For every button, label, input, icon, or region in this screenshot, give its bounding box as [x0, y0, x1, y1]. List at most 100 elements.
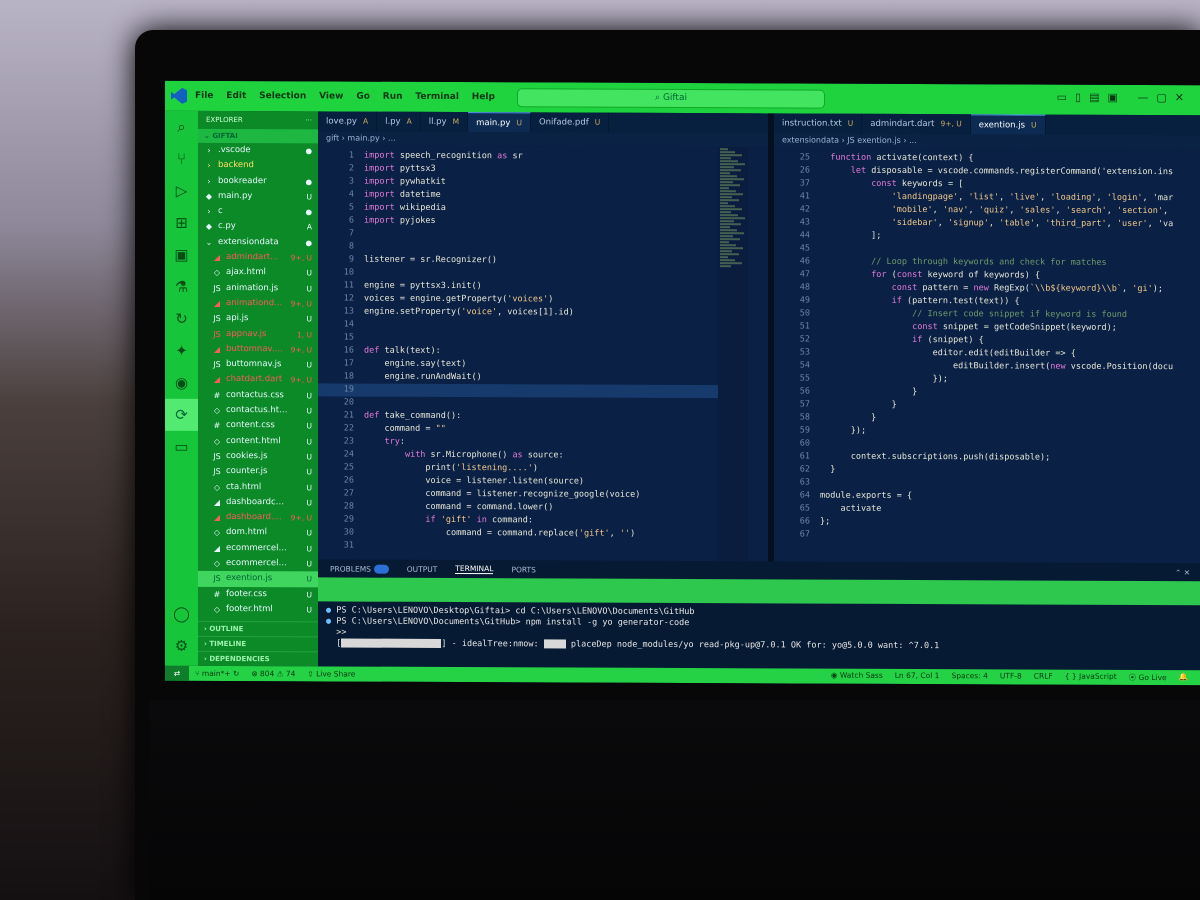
file-tree-item[interactable]: # content.css U [198, 418, 318, 434]
menu-file[interactable]: File [195, 91, 213, 101]
line-number: 56 [799, 386, 810, 397]
file-tree-item[interactable]: JS appnav.js 1, U [198, 326, 318, 342]
line-number: 66 [799, 516, 810, 527]
file-tree-item[interactable]: ◇ cta.html U [198, 479, 318, 495]
file-tree-item[interactable]: ◢ animationd... 9+, U [198, 296, 318, 312]
editor-tab[interactable]: exention.js U [970, 114, 1046, 136]
tab-ports[interactable]: PORTS [511, 565, 535, 574]
run-debug-icon[interactable]: ▷ [165, 175, 198, 207]
watch-sass-status[interactable]: ◉ Watch Sass [831, 671, 883, 682]
menu-help[interactable]: Help [472, 92, 495, 102]
file-tree-item[interactable]: JS buttomnav.js U [198, 357, 318, 373]
git-status: U [306, 574, 313, 584]
go-live-status[interactable]: ⦿ Go Live [1129, 672, 1167, 683]
workspace-folder[interactable]: ⌄ GIFTAI [198, 128, 318, 144]
editor-tab[interactable]: l.py A [377, 111, 421, 132]
explorer-header: EXPLORER ··· [198, 111, 318, 130]
left-minimap[interactable] [718, 147, 748, 562]
left-code-editor[interactable]: 1 import speech_recognition as sr 2 import … [318, 145, 718, 566]
tab-problems[interactable]: PROBLEMS [330, 564, 389, 574]
search-icon[interactable]: ⌕ [165, 111, 198, 143]
file-type-icon: JS [213, 467, 221, 477]
file-tree-item[interactable]: › backend [198, 158, 318, 174]
window-controls[interactable]: ▭▯▤▣ —▢✕ [1057, 91, 1192, 105]
git-status: U [306, 268, 313, 278]
timeline-section[interactable]: › TIMELINE [198, 635, 318, 652]
left-scrollbar[interactable] [748, 147, 768, 562]
file-tree-item[interactable]: › bookreader ● [198, 173, 318, 189]
menu-edit[interactable]: Edit [226, 91, 246, 101]
file-tree-item[interactable]: JS exention.js U [198, 571, 318, 588]
extensions-icon[interactable]: ⊞ [165, 207, 198, 239]
outline-section[interactable]: › OUTLINE [198, 620, 318, 637]
encoding-status[interactable]: UTF-8 [1000, 671, 1022, 682]
command-center-search[interactable]: ⌕ Giftai [517, 88, 825, 109]
copilot-icon[interactable]: ⟳ [165, 398, 198, 431]
branch-status[interactable]: ⑂ main*+ ↻ [195, 669, 239, 678]
github-icon[interactable]: ◉ [165, 367, 198, 399]
file-tree-item[interactable]: ◇ ecommercelan... U [198, 556, 318, 572]
file-tree-item[interactable]: ◢ dashboardcom... U [198, 495, 318, 511]
right-code-editor[interactable]: 25 function activate(context) {26 let di… [774, 147, 1200, 568]
remote-indicator-icon[interactable]: ⇄ [165, 665, 189, 681]
right-editor-tabs: instruction.txt Uadmindart.dart 9+, U exent… [774, 113, 1200, 136]
file-tree-item[interactable]: ◇ contactus.html U [198, 403, 318, 419]
problems-status[interactable]: ⊗ 804 ⚠ 74 [251, 669, 295, 678]
notifications-icon[interactable]: 🔔 [1179, 672, 1188, 683]
file-tree-item[interactable]: # footer.css U [198, 586, 318, 602]
editor-tab[interactable]: Onifade.pdf U [530, 112, 610, 133]
terminal-output[interactable]: ● PS C:\Users\LENOVO\Desktop\Giftai> cd … [318, 601, 1200, 653]
file-tree-item[interactable]: ◇ footer.html U [198, 602, 318, 618]
file-tree-item[interactable]: ◆ main.py U [198, 189, 318, 205]
file-tree-item[interactable]: ◇ ajax.html U [198, 265, 318, 281]
account-icon[interactable]: ◯ [165, 598, 198, 630]
chat-icon[interactable]: ▭ [165, 431, 198, 463]
code-line: 61 context.subscriptions.push(disposable… [774, 450, 1200, 465]
menu-terminal[interactable]: Terminal [415, 92, 459, 102]
git-status: ● [305, 146, 312, 156]
file-tree-item[interactable]: ◇ content.html U [198, 434, 318, 450]
file-tree-item[interactable]: JS api.js U [198, 311, 318, 327]
file-tree-item[interactable]: ◢ chatdart.dart 9+, U [198, 372, 318, 388]
language-status[interactable]: { } JavaScript [1065, 672, 1117, 683]
git-status: U [306, 467, 313, 477]
menu-view[interactable]: View [319, 91, 343, 101]
file-tree-item[interactable]: ◢ admindart... 9+, U [198, 250, 318, 266]
editor-tab[interactable]: instruction.txt U [774, 113, 863, 134]
dependencies-section[interactable]: › DEPENDENCIES [198, 650, 318, 667]
file-tree-item[interactable]: ◢ buttomnav.... 9+, U [198, 342, 318, 358]
testing-icon[interactable]: ⚗ [165, 271, 198, 303]
menu-run[interactable]: Run [383, 92, 403, 102]
more-actions-icon[interactable]: ··· [305, 111, 312, 129]
liveshare-status[interactable]: ⇪ Live Share [307, 669, 355, 678]
editor-tab[interactable]: main.py U [468, 112, 531, 134]
indentation-status[interactable]: Spaces: 4 [951, 671, 987, 682]
live-share-icon[interactable]: ↻ [165, 303, 198, 335]
editor-tab[interactable]: admindart.dart 9+, U [862, 113, 971, 135]
file-tree-item[interactable]: ◆ c.py A [198, 219, 318, 235]
file-tree-item[interactable]: ◢ ecommercelan... U [198, 541, 318, 557]
remote-explorer-icon[interactable]: ▣ [165, 239, 198, 271]
tab-output[interactable]: OUTPUT [407, 564, 438, 573]
file-tree-item[interactable]: JS cookies.js U [198, 449, 318, 465]
tab-terminal[interactable]: TERMINAL [455, 564, 494, 575]
file-tree-item[interactable]: ⌄ extensiondata ● [198, 235, 318, 251]
editor-tab[interactable]: love.py A [318, 111, 378, 132]
file-tree-item[interactable]: › .vscode ● [198, 143, 318, 159]
panel-actions-icon[interactable]: ⌃ ✕ [1175, 568, 1190, 577]
docker-icon[interactable]: ✦ [165, 335, 198, 367]
menu-selection[interactable]: Selection [259, 91, 306, 101]
code-text: if (pattern.test(text)) { [891, 295, 1020, 307]
cursor-position[interactable]: Ln 67, Col 1 [895, 671, 940, 682]
file-tree-item[interactable]: JS animation.js U [198, 281, 318, 297]
source-control-icon[interactable]: ⑂ [165, 143, 198, 175]
file-tree-item[interactable]: ◢ dashboard.... 9+, U [198, 510, 318, 526]
menu-go[interactable]: Go [356, 92, 370, 102]
file-tree-item[interactable]: JS counter.js U [198, 464, 318, 480]
file-tree-item[interactable]: # contactus.css U [198, 388, 318, 404]
eol-status[interactable]: CRLF [1034, 672, 1053, 683]
editor-tab[interactable]: ll.py M [420, 111, 469, 133]
gear-icon[interactable]: ⚙ [165, 630, 198, 662]
file-tree-item[interactable]: ◇ dom.html U [198, 525, 318, 541]
file-tree-item[interactable]: › c ● [198, 204, 318, 220]
